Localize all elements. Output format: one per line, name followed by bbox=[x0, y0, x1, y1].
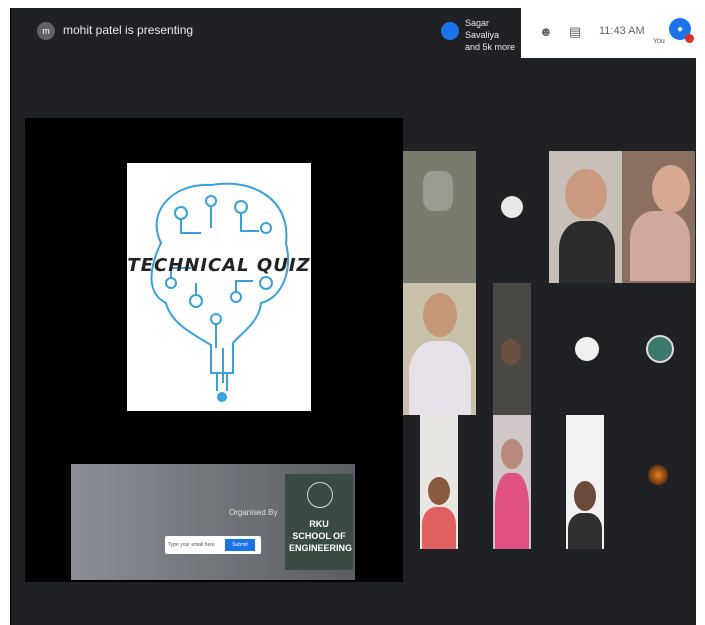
participant-tile[interactable] bbox=[476, 283, 549, 415]
participant-face bbox=[501, 339, 521, 365]
slide-title: TECHNICAL QUIZ bbox=[127, 255, 311, 276]
participant-face bbox=[423, 293, 457, 337]
video-strip bbox=[566, 415, 604, 549]
organised-by-label: Organised By bbox=[229, 508, 278, 517]
participant-tile[interactable] bbox=[476, 151, 549, 283]
you-label: You bbox=[653, 38, 665, 45]
avatar bbox=[501, 196, 523, 218]
email-field[interactable]: Type your email here bbox=[168, 542, 215, 548]
participant-body bbox=[559, 221, 615, 283]
joiner-text: Sagar Savaliya and 5k more bbox=[465, 17, 519, 53]
participant-body bbox=[630, 211, 690, 281]
school-name: RKU SCHOOL OF ENGINEERING bbox=[289, 519, 353, 553]
joiner-avatar bbox=[441, 22, 459, 40]
participant-tile[interactable] bbox=[549, 283, 622, 415]
video-strip bbox=[493, 283, 531, 415]
participant-tile[interactable] bbox=[622, 283, 695, 415]
participant-face bbox=[652, 165, 690, 213]
participant-face bbox=[565, 169, 607, 219]
submit-button[interactable]: Submit bbox=[225, 539, 255, 551]
participant-tile[interactable] bbox=[403, 151, 476, 283]
participant-body bbox=[495, 473, 529, 549]
participant-face bbox=[428, 477, 450, 505]
registration-form: Type your email here Submit bbox=[165, 536, 261, 554]
joiner-line-1: Sagar Savaliya bbox=[465, 18, 500, 40]
top-right-controls: ☻ ▤ 11:43 AM You ● bbox=[521, 8, 696, 58]
clock-time: 11:43 AM bbox=[599, 25, 645, 37]
presentation-stage[interactable]: TECHNICAL QUIZ Organised By Type your em… bbox=[25, 118, 403, 582]
presenter-avatar: m bbox=[37, 22, 55, 40]
participant-tile[interactable] bbox=[549, 415, 622, 549]
participant-tile[interactable] bbox=[549, 151, 622, 283]
avatar bbox=[573, 335, 601, 363]
recent-joiners-chip[interactable]: Sagar Savaliya and 5k more bbox=[439, 14, 519, 52]
notification-badge bbox=[685, 34, 694, 43]
school-card: RKU SCHOOL OF ENGINEERING bbox=[285, 474, 353, 570]
people-icon[interactable]: ☻ bbox=[539, 24, 553, 39]
participant-body bbox=[422, 507, 456, 549]
school-logo-icon bbox=[307, 482, 333, 508]
joiner-line-2: and 5k more bbox=[465, 42, 516, 52]
participant-face bbox=[574, 481, 596, 511]
participant-body bbox=[568, 513, 602, 549]
participant-tile[interactable] bbox=[403, 283, 476, 415]
chat-icon[interactable]: ▤ bbox=[569, 24, 581, 40]
meeting-window: m mohit patel is presenting Sagar Savali… bbox=[10, 8, 696, 625]
brain-circuit-icon bbox=[150, 182, 289, 402]
blurred-scene bbox=[423, 171, 453, 211]
avatar bbox=[648, 465, 668, 485]
participant-tile[interactable] bbox=[476, 415, 549, 549]
presenting-label: mohit patel is presenting bbox=[63, 23, 194, 37]
top-bar: m mohit patel is presenting Sagar Savali… bbox=[11, 8, 696, 60]
registration-banner: Organised By Type your email here Submit… bbox=[71, 464, 355, 580]
participant-tile[interactable] bbox=[622, 415, 695, 549]
participant-body bbox=[409, 341, 471, 415]
avatar bbox=[646, 335, 674, 363]
quiz-slide: TECHNICAL QUIZ bbox=[127, 163, 311, 411]
video-strip bbox=[493, 415, 531, 549]
participant-tile[interactable] bbox=[403, 415, 476, 549]
video-strip bbox=[420, 415, 458, 549]
participant-face bbox=[501, 439, 523, 469]
participant-tile[interactable] bbox=[622, 151, 695, 283]
